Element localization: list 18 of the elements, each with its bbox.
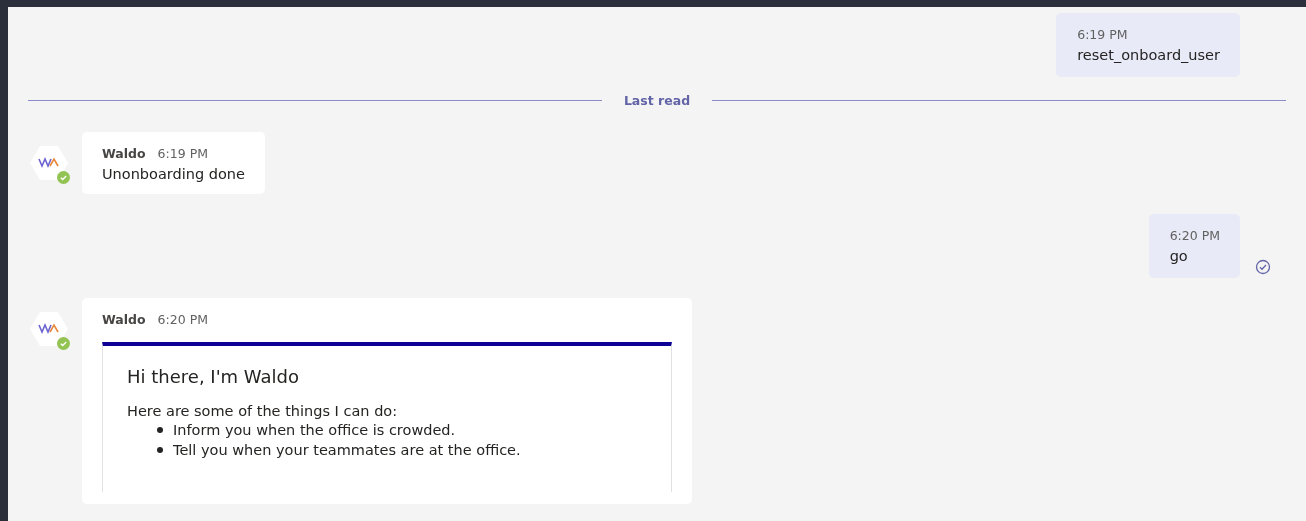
sender-name: Waldo xyxy=(102,146,146,161)
message-time: 6:20 PM xyxy=(1169,228,1220,243)
card-list-item: Tell you when your teammates are at the office. xyxy=(173,442,521,458)
message-time: 6:20 PM xyxy=(157,312,208,327)
card-text: Here are some of the things I can do: xyxy=(127,403,399,419)
message-time: 6:19 PM xyxy=(1077,27,1129,42)
message-text: Unonboarding done xyxy=(102,166,245,182)
message-time: 6:19 PM xyxy=(157,146,208,161)
card-list-item: Inform you when the office is crowded. xyxy=(173,422,456,438)
bot-avatar xyxy=(30,310,68,348)
bot-avatar xyxy=(30,144,68,182)
bullet-icon xyxy=(157,427,163,433)
sender-name: Waldo xyxy=(102,312,146,327)
card-title: Hi there, I'm Waldo xyxy=(127,366,300,387)
last-read-label: Last read xyxy=(623,93,691,108)
message-text: reset_onboard_user xyxy=(1077,47,1220,63)
bullet-icon xyxy=(157,447,163,453)
message-text: go xyxy=(1169,248,1189,264)
